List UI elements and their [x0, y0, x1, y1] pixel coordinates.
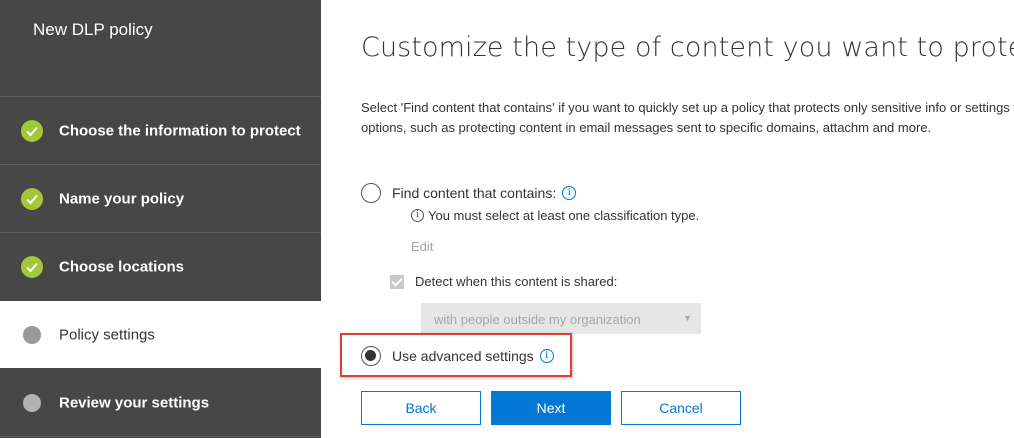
- info-icon[interactable]: i: [562, 186, 577, 200]
- caret-down-icon: ▼: [683, 313, 692, 323]
- detect-shared-checkbox[interactable]: [390, 274, 404, 289]
- wizard-title: New DLP policy: [33, 20, 153, 39]
- step-label: Review your settings: [59, 394, 210, 412]
- step-label: Choose the information to protect: [59, 122, 301, 140]
- dropdown-value: with people outside my organization: [434, 312, 641, 327]
- info-icon: i: [411, 209, 424, 222]
- divider: [0, 96, 321, 97]
- hint-text: You must select at least one classificat…: [428, 208, 700, 223]
- page-description: Select 'Find content that contains' if y…: [361, 100, 1014, 135]
- checkmark-circle-icon: [21, 256, 43, 278]
- page-title: Customize the type of content you want t…: [361, 32, 1014, 63]
- find-content-option[interactable]: Find content that contains: i: [361, 183, 577, 203]
- cancel-button[interactable]: Cancel: [621, 391, 741, 425]
- back-button[interactable]: Back: [361, 391, 481, 425]
- checkmark-circle-icon: [21, 120, 43, 142]
- step-review-settings[interactable]: Review your settings: [0, 370, 321, 436]
- advanced-settings-radio[interactable]: [361, 346, 381, 366]
- step-choose-information[interactable]: Choose the information to protect: [0, 98, 321, 164]
- divider: [0, 436, 321, 437]
- step-choose-locations[interactable]: Choose locations: [0, 234, 321, 300]
- step-label: Choose locations: [59, 258, 185, 276]
- advanced-settings-label: Use advanced settings: [392, 348, 534, 364]
- step-label: Policy settings: [59, 326, 155, 343]
- next-button[interactable]: Next: [491, 391, 611, 425]
- find-content-radio[interactable]: [361, 183, 381, 203]
- pending-step-circle-icon: [23, 394, 41, 412]
- main-content: Customize the type of content you want t…: [321, 0, 1014, 438]
- edit-link[interactable]: Edit: [411, 239, 433, 254]
- step-name-policy[interactable]: Name your policy: [0, 166, 321, 232]
- detect-shared-label: Detect when this content is shared:: [415, 274, 618, 289]
- step-label: Name your policy: [59, 190, 185, 208]
- detect-shared-option[interactable]: Detect when this content is shared:: [390, 274, 617, 289]
- wizard-sidebar: New DLP policy Choose the information to…: [0, 0, 321, 438]
- info-icon[interactable]: i: [539, 349, 554, 363]
- share-scope-dropdown[interactable]: with people outside my organization ▼: [421, 303, 701, 334]
- advanced-settings-option[interactable]: Use advanced settings i: [361, 346, 554, 366]
- divider: [0, 232, 321, 233]
- classification-hint: i You must select at least one classific…: [411, 208, 699, 223]
- step-policy-settings[interactable]: Policy settings: [0, 301, 321, 368]
- checkmark-circle-icon: [21, 188, 43, 210]
- current-step-circle-icon: [23, 325, 41, 344]
- divider: [0, 164, 321, 165]
- find-content-label: Find content that contains:: [392, 185, 557, 201]
